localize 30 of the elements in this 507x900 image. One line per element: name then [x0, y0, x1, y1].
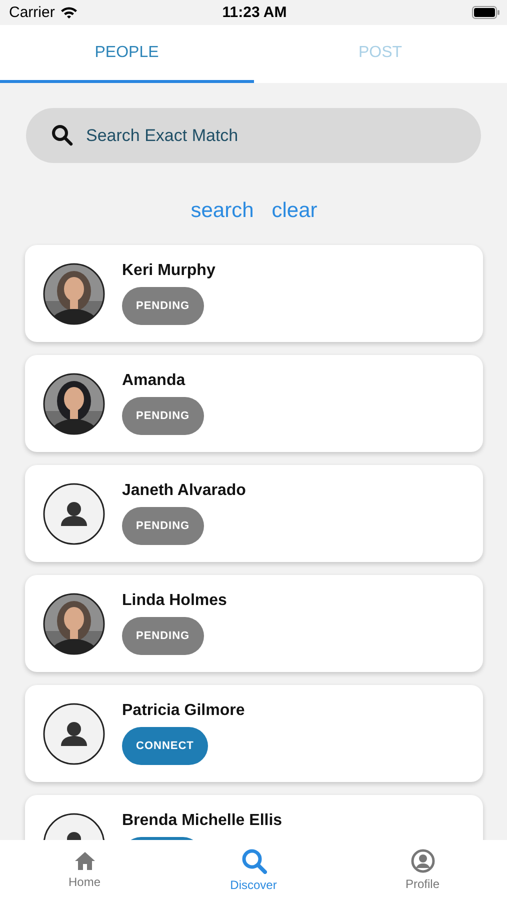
person-card[interactable]: Amanda PENDING — [25, 355, 483, 452]
person-card[interactable]: Patricia Gilmore CONNECT — [25, 685, 483, 782]
person-name: Keri Murphy — [122, 262, 216, 280]
person-card[interactable]: Linda Holmes PENDING — [25, 575, 483, 672]
person-name: Janeth Alvarado — [122, 482, 246, 500]
status-time: 11:23 AM — [222, 4, 287, 21]
wifi-icon — [60, 6, 78, 19]
battery-icon — [472, 6, 500, 19]
search-field[interactable]: Search Exact Match — [26, 108, 481, 163]
person-name: Linda Holmes — [122, 592, 227, 610]
status-button[interactable]: PENDING — [122, 507, 204, 545]
avatar-placeholder-icon — [43, 702, 105, 764]
status-button[interactable]: PENDING — [122, 617, 204, 655]
person-name: Amanda — [122, 372, 186, 390]
status-button[interactable]: CONNECT — [122, 727, 208, 765]
status-button[interactable]: PENDING — [122, 287, 204, 325]
person-name: Brenda Michelle Ellis — [122, 812, 282, 830]
person-card[interactable]: Brenda Michelle Ellis — [25, 795, 483, 840]
person-name: Patricia Gilmore — [122, 702, 245, 720]
action-link[interactable]: search — [190, 199, 254, 223]
status-button[interactable]: PENDING — [122, 397, 204, 435]
home-icon — [74, 851, 96, 871]
profile-icon — [410, 849, 434, 873]
action-link[interactable]: clear — [272, 199, 318, 223]
search-icon — [240, 848, 266, 874]
person-card[interactable]: Keri Murphy PENDING — [25, 245, 483, 342]
person-card[interactable]: Janeth Alvarado PENDING — [25, 465, 483, 562]
carrier-name: Carrier — [9, 4, 55, 21]
avatar-placeholder-icon — [43, 482, 105, 544]
search-icon — [51, 124, 73, 146]
